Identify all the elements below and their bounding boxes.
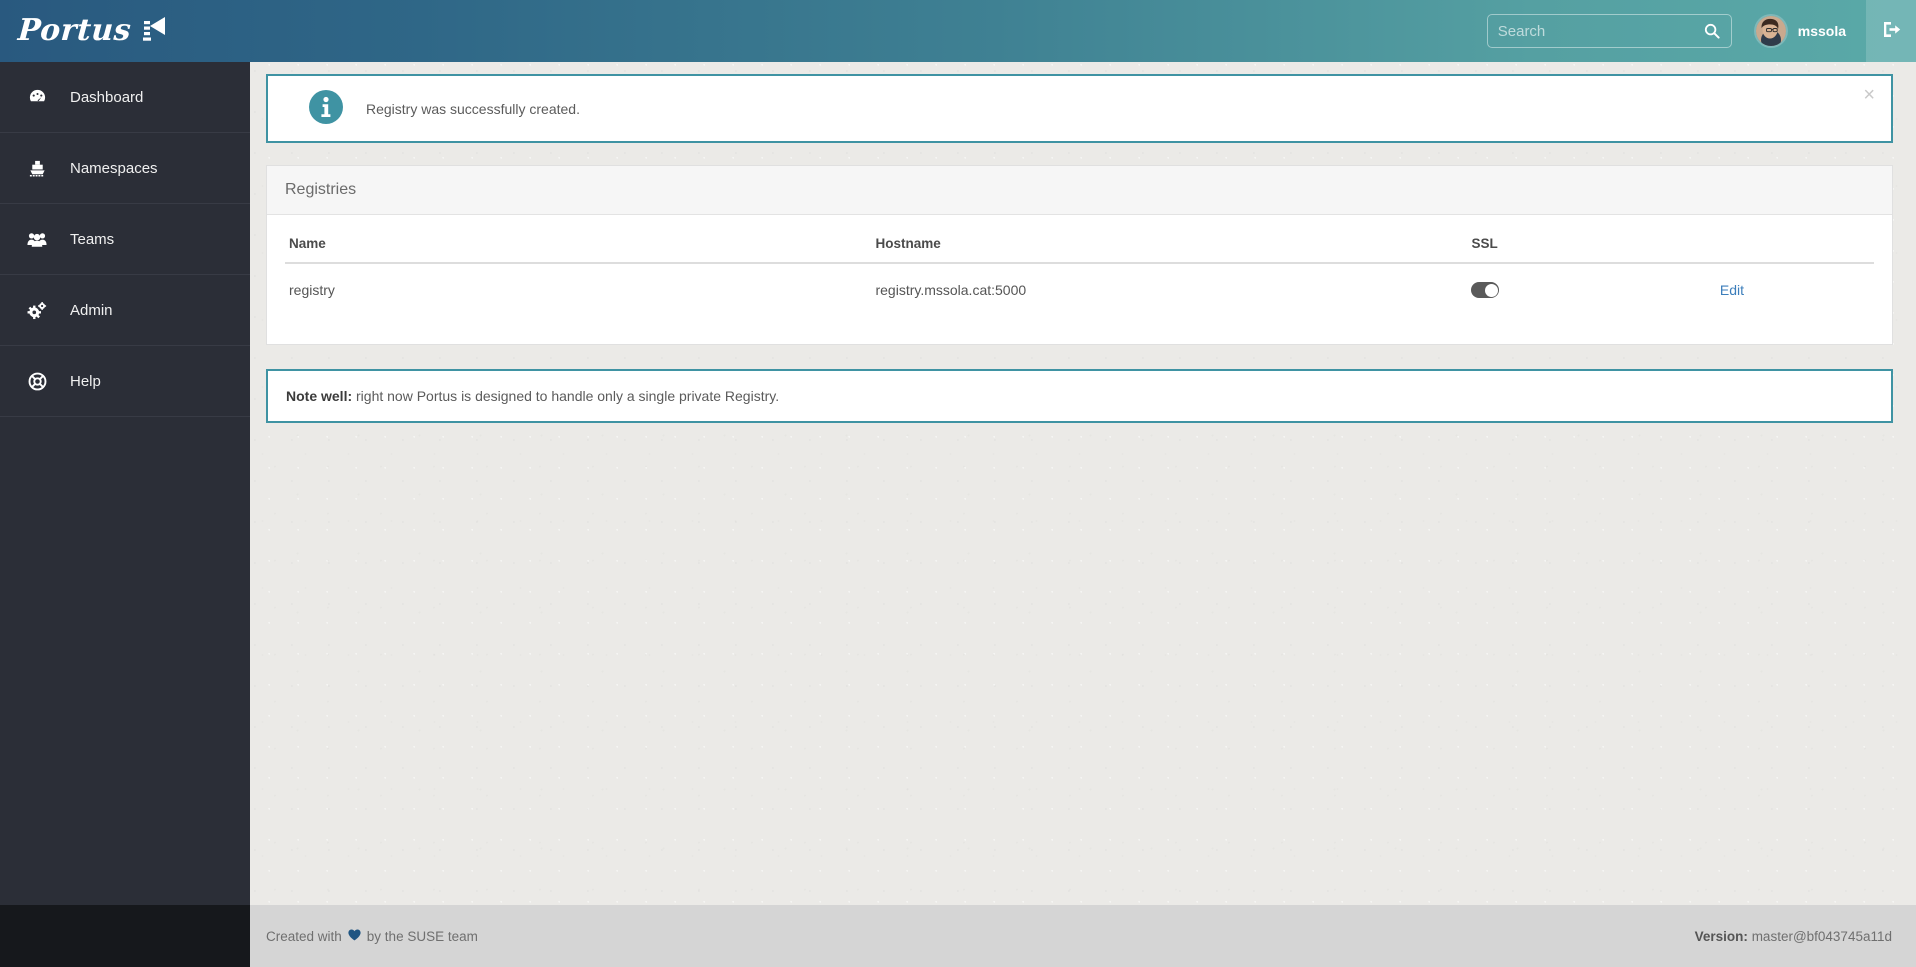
logout-button[interactable] — [1866, 0, 1916, 62]
info-circle-icon — [308, 89, 344, 128]
footer-created-suffix: by the SUSE team — [366, 928, 478, 944]
main-content: Registry was successfully created. × Reg… — [250, 62, 1916, 905]
sidebar-item-label: Help — [70, 372, 101, 390]
heart-icon — [348, 929, 361, 943]
avatar[interactable] — [1753, 14, 1788, 48]
sidebar-item-namespaces[interactable]: Namespaces — [0, 133, 250, 204]
sidebar-footer-fill — [0, 905, 250, 967]
registries-panel: Registries Name Hostname SSL registry re… — [266, 165, 1893, 346]
column-header-hostname: Hostname — [871, 225, 1468, 264]
sidebar-item-dashboard[interactable]: Dashboard — [0, 62, 250, 133]
users-icon — [24, 230, 50, 249]
note-text: right now Portus is designed to handle o… — [352, 388, 780, 405]
column-header-actions — [1715, 225, 1874, 264]
table-header-row: Name Hostname SSL — [285, 225, 1874, 264]
column-header-ssl: SSL — [1467, 225, 1716, 264]
page-footer: Created with by the SUSE team Version: m… — [250, 905, 1916, 967]
search-icon[interactable] — [1704, 23, 1720, 41]
brand-name: Portus — [16, 13, 133, 48]
footer-created-prefix: Created with — [266, 928, 342, 944]
search-input[interactable] — [1487, 15, 1688, 47]
cell-name: registry — [289, 281, 335, 298]
panel-title: Registries — [267, 166, 1892, 215]
dashboard-icon — [24, 88, 50, 107]
table-row: registry registry.mssola.cat:5000 Edit — [285, 263, 1874, 316]
ssl-toggle[interactable] — [1471, 282, 1500, 299]
lighthouse-icon — [140, 15, 166, 48]
alert-message: Registry was successfully created. — [366, 100, 580, 117]
sidebar-item-help[interactable]: Help — [0, 346, 250, 417]
version-value: master@bf043745a11d — [1751, 928, 1892, 944]
close-icon[interactable]: × — [1863, 85, 1875, 105]
note-well-box: Note well: right now Portus is designed … — [266, 369, 1893, 424]
sidebar-item-label: Admin — [70, 301, 113, 319]
sidebar-item-label: Dashboard — [70, 88, 144, 106]
sidebar-item-admin[interactable]: Admin — [0, 275, 250, 346]
sidebar-item-teams[interactable]: Teams — [0, 204, 250, 275]
edit-link[interactable]: Edit — [1720, 282, 1744, 298]
success-alert: Registry was successfully created. × — [266, 74, 1893, 143]
life-ring-icon — [24, 372, 50, 391]
sign-out-icon — [1882, 20, 1901, 42]
top-header: Portus Search mssola — [0, 0, 1916, 62]
cell-ssl — [1467, 263, 1715, 316]
cell-hostname: registry.mssola.cat:5000 — [875, 281, 1027, 298]
registries-table: Name Hostname SSL registry registry.msso… — [285, 225, 1874, 316]
sidebar: Dashboard Namespaces Teams Admin Help — [0, 62, 250, 967]
username-label: mssola — [1797, 23, 1846, 39]
panel-body: Name Hostname SSL registry registry.msso… — [267, 215, 1892, 344]
brand-logo[interactable]: Portus — [0, 0, 166, 62]
sidebar-item-label: Namespaces — [70, 159, 158, 177]
footer-credit: Created with by the SUSE team — [266, 929, 478, 944]
note-strong: Note well: — [286, 388, 353, 405]
sidebar-item-label: Teams — [70, 230, 115, 248]
search-box[interactable] — [1486, 14, 1732, 48]
cogs-icon — [24, 301, 50, 320]
toggle-knob — [1484, 283, 1498, 297]
column-header-name: Name — [285, 225, 872, 264]
footer-version: Version: master@bf043745a11d — [1695, 929, 1892, 944]
version-label: Version: — [1694, 928, 1748, 944]
cell-actions: Edit — [1716, 263, 1874, 316]
header-right-group: mssola — [1486, 0, 1916, 62]
ship-icon — [24, 159, 50, 178]
